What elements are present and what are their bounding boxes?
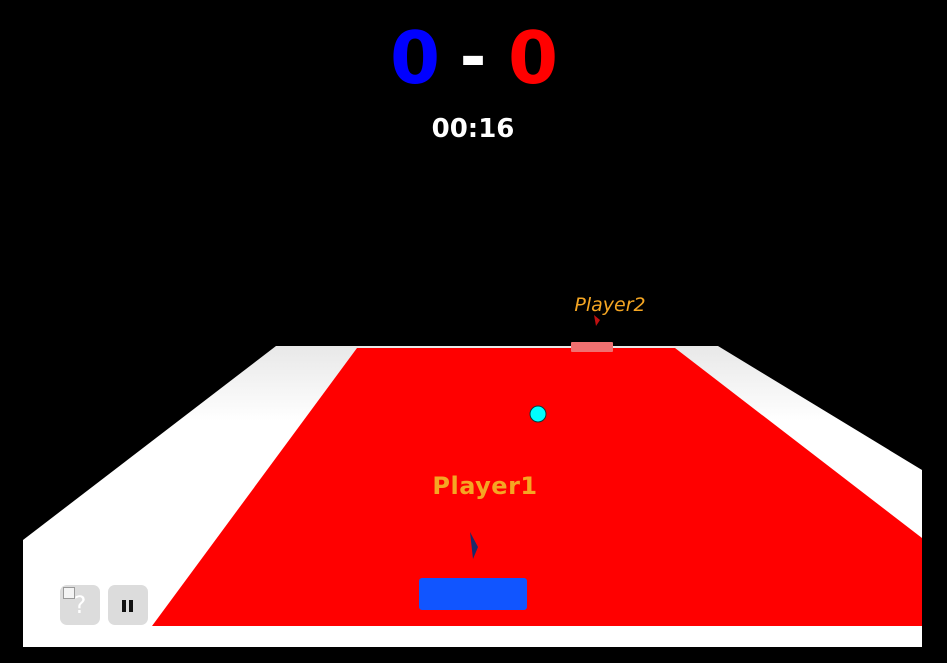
player2-paddle: [571, 342, 613, 352]
game-scene: [0, 0, 947, 663]
score-separator: -: [459, 21, 487, 95]
player1-score: 0: [389, 16, 441, 100]
question-mark-icon: ?: [73, 591, 87, 619]
ball: [529, 405, 547, 423]
pause-button[interactable]: [108, 585, 148, 625]
player1-label: Player1: [432, 472, 538, 500]
help-button[interactable]: ?: [60, 585, 100, 625]
player2-label: Player2: [574, 294, 646, 316]
player1-paddle: [419, 578, 527, 610]
match-timer: 00:16: [431, 114, 515, 144]
player2-score: 0: [507, 16, 559, 100]
